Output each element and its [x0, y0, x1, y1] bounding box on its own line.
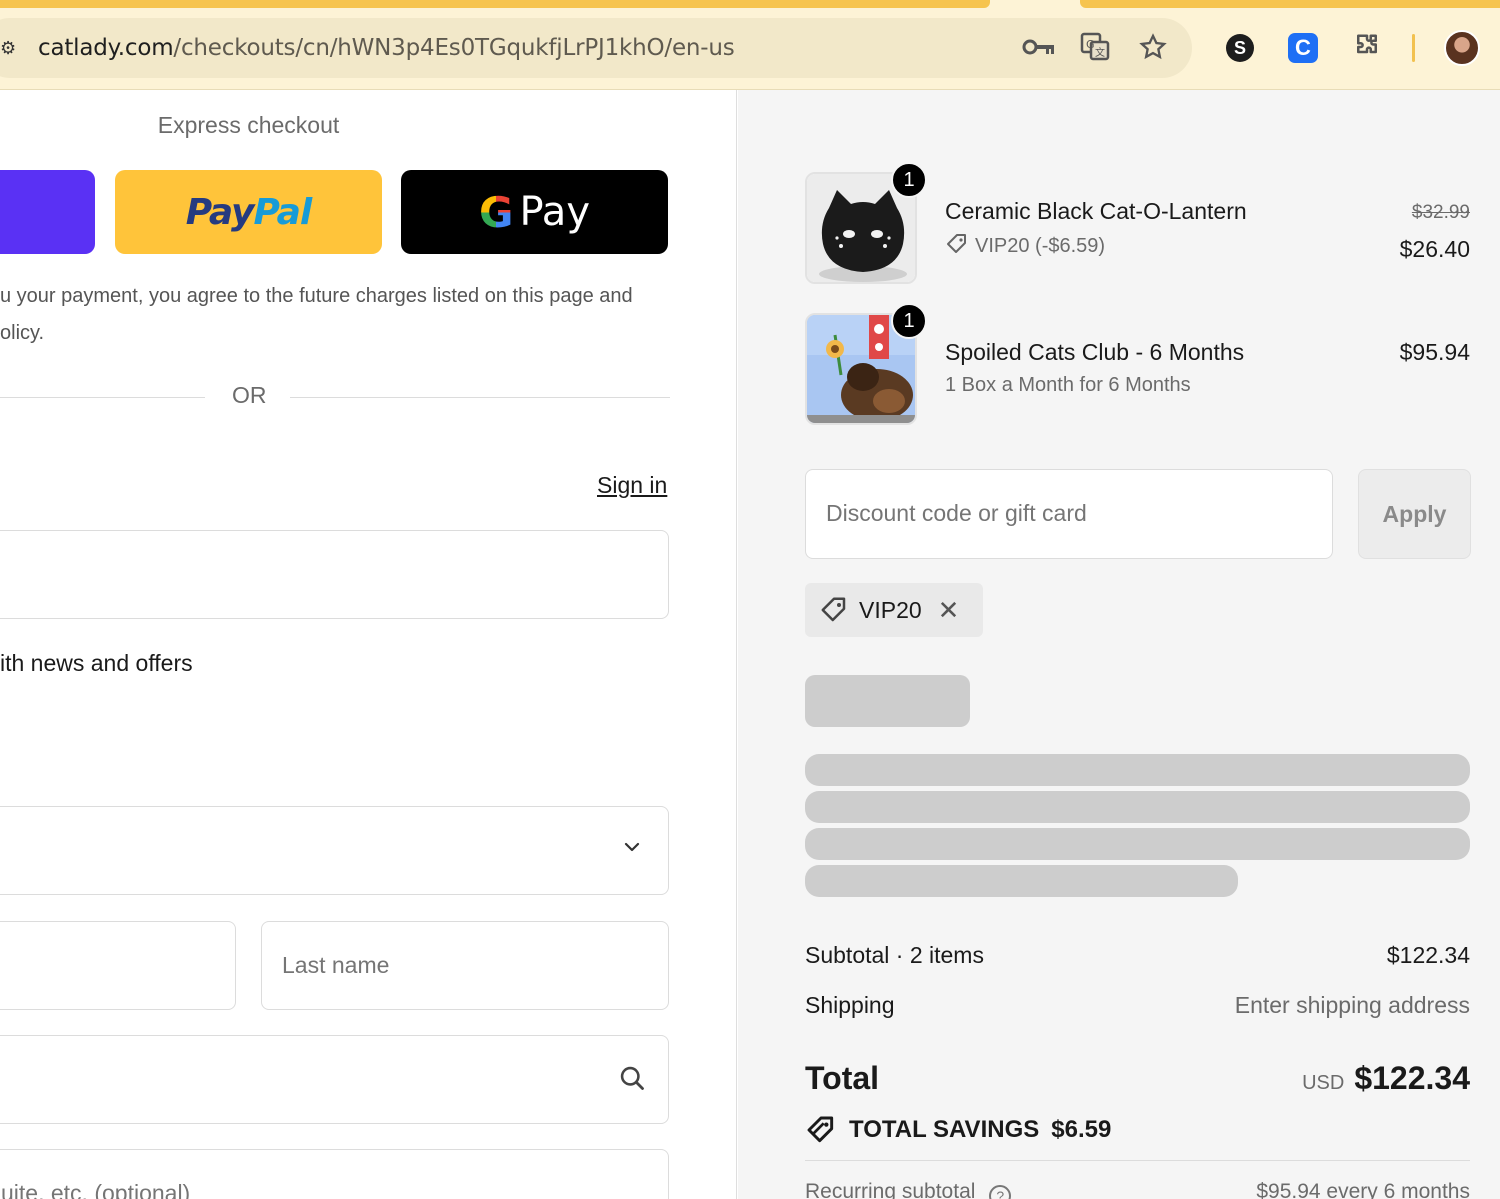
- applied-code-text: VIP20: [859, 596, 922, 623]
- translate-icon[interactable]: G文: [1078, 30, 1112, 64]
- quantity-badge: 1: [891, 162, 927, 198]
- loading-skeleton: [805, 865, 1238, 897]
- or-label: OR: [232, 382, 267, 408]
- subtotal-value: $122.34: [1386, 942, 1470, 968]
- tab-strip-right[interactable]: [1080, 0, 1500, 8]
- apply-discount-button[interactable]: Apply: [1358, 469, 1471, 559]
- browser-toolbar: ⚙ catlady.com/checkouts/cn/hWN3p4Es0TGqu…: [0, 0, 1500, 90]
- subtotal-row: Subtotal · 2 items $122.34: [805, 942, 1470, 969]
- sign-in-link[interactable]: Sign in: [597, 472, 667, 499]
- shop-pay-button[interactable]: [0, 170, 95, 254]
- item-original-price: $32.99: [1411, 202, 1470, 223]
- order-summary-panel: 1 Ceramic Black Cat-O-Lantern VIP20 (-$6…: [738, 90, 1500, 1199]
- url-path: /checkouts/cn/hWN3p4Es0TGqukfjLrPJ1khO/e…: [173, 35, 735, 61]
- quantity-badge: 1: [891, 303, 927, 339]
- loading-skeleton: [805, 754, 1470, 786]
- item-subtitle: 1 Box a Month for 6 Months: [945, 374, 1191, 396]
- loading-skeleton: [805, 675, 970, 727]
- profile-avatar[interactable]: [1444, 30, 1480, 66]
- extension-s-icon[interactable]: S: [1226, 34, 1254, 62]
- or-divider: OR: [0, 382, 670, 412]
- loading-skeleton: [805, 791, 1470, 823]
- express-checkout-label: Express checkout: [157, 112, 340, 138]
- email-field[interactable]: [0, 530, 669, 619]
- apartment-field[interactable]: uite, etc. (optional): [0, 1149, 669, 1199]
- last-name-field[interactable]: Last name: [261, 921, 669, 1010]
- item-title: Ceramic Black Cat-O-Lantern: [945, 198, 1247, 224]
- item-price: $26.40: [1399, 236, 1470, 262]
- url-domain: catlady.com: [38, 35, 174, 61]
- tab-strip[interactable]: [0, 0, 990, 8]
- paypal-logo-part1: Pay: [185, 191, 255, 233]
- discount-code-input[interactable]: Discount code or gift card: [805, 469, 1333, 559]
- divider-line: [290, 397, 670, 398]
- consent-line-2: olicy.: [0, 322, 45, 344]
- consent-line-1: u your payment, you agree to the future …: [0, 285, 633, 307]
- google-pay-button[interactable]: G Pay: [401, 170, 668, 254]
- first-name-field[interactable]: [0, 921, 236, 1010]
- extension-c-icon[interactable]: C: [1288, 33, 1318, 63]
- item-title: Spoiled Cats Club - 6 Months: [945, 339, 1245, 365]
- shipping-value: Enter shipping address: [1234, 992, 1470, 1018]
- last-name-placeholder: Last name: [282, 952, 390, 978]
- chevron-down-icon: [624, 842, 640, 852]
- total-savings: TOTAL SAVINGS $6.59: [805, 1114, 1111, 1146]
- item-discount: VIP20 (-$6.59): [945, 232, 1105, 258]
- remove-discount-icon[interactable]: ✕: [938, 595, 960, 626]
- loading-skeleton: [805, 828, 1470, 860]
- savings-tag-icon: [807, 1116, 834, 1143]
- item-discount-text: VIP20 (-$6.59): [975, 235, 1106, 257]
- total-currency: USD: [1302, 1072, 1345, 1094]
- country-select[interactable]: [0, 806, 669, 895]
- discount-placeholder: Discount code or gift card: [826, 500, 1087, 526]
- paypal-logo: PayPal: [185, 191, 313, 233]
- google-g-icon: G: [479, 187, 514, 237]
- ext-s-letter: S: [1233, 37, 1246, 58]
- newsletter-checkbox-label[interactable]: ith news and offers: [0, 650, 193, 677]
- recurring-value: $95.94 every 6 months: [1256, 1180, 1470, 1199]
- search-icon: [620, 1066, 644, 1090]
- bookmark-star-icon[interactable]: [1136, 30, 1170, 64]
- shipping-label: Shipping: [805, 992, 895, 1018]
- checkout-form-panel: Express checkout PayPal G Pay u your pay…: [0, 90, 737, 1199]
- svg-text:G: G: [1086, 38, 1095, 51]
- svg-text:文: 文: [1095, 46, 1105, 59]
- total-label: Total: [805, 1060, 880, 1096]
- extensions-puzzle-icon[interactable]: [1350, 30, 1384, 64]
- paypal-logo-part2: Pal: [253, 191, 313, 233]
- site-info-icon[interactable]: ⚙: [0, 36, 16, 60]
- discount-tag-icon: [947, 234, 966, 253]
- line-item: 1 Spoiled Cats Club - 6 Months 1 Box a M…: [805, 303, 1470, 425]
- subtotal-label: Subtotal · 2 items: [805, 942, 984, 968]
- password-key-icon[interactable]: [1022, 30, 1056, 64]
- total-value: USD $122.34: [1302, 1060, 1470, 1097]
- gpay-label: Pay: [519, 189, 590, 235]
- total-amount: $122.34: [1354, 1060, 1470, 1096]
- consent-text: u your payment, you agree to the future …: [0, 278, 668, 352]
- recurring-subtotal-row: Recurring subtotal ? $95.94 every 6 mont…: [805, 1180, 1470, 1199]
- savings-value: $6.59: [1051, 1116, 1112, 1143]
- savings-label: TOTAL SAVINGS: [849, 1116, 1040, 1143]
- help-icon[interactable]: ?: [989, 1185, 1012, 1199]
- item-price: $95.94: [1399, 339, 1470, 365]
- url-text[interactable]: catlady.com/checkouts/cn/hWN3p4Es0TGqukf…: [38, 32, 735, 64]
- paypal-button[interactable]: PayPal: [115, 170, 382, 254]
- shipping-row: Shipping Enter shipping address: [805, 992, 1470, 1019]
- address-field[interactable]: [0, 1035, 669, 1124]
- discount-tag-icon: [821, 597, 846, 622]
- ext-c-letter: C: [1295, 35, 1311, 60]
- apartment-placeholder: uite, etc. (optional): [1, 1180, 191, 1199]
- applied-discount-chip: VIP20 ✕: [805, 583, 983, 637]
- divider-line: [0, 397, 205, 398]
- summary-divider: [805, 1160, 1470, 1161]
- recurring-label: Recurring subtotal: [805, 1180, 976, 1199]
- line-item: 1 Ceramic Black Cat-O-Lantern VIP20 (-$6…: [805, 162, 1470, 284]
- toolbar-divider: [1412, 34, 1415, 62]
